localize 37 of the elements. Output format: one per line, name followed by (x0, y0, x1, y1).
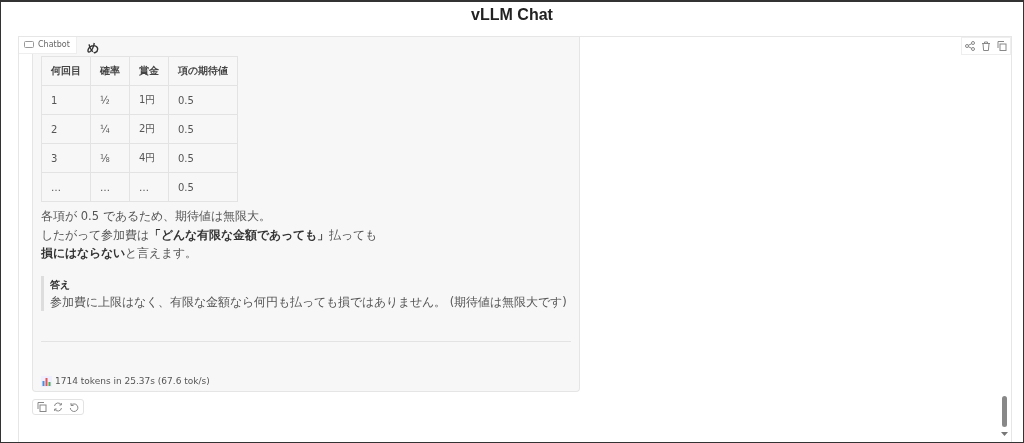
chat-bubble-icon (24, 40, 34, 49)
table-cell: 2 (41, 114, 91, 144)
copy-icon[interactable] (997, 41, 1007, 51)
table-cell: ½ (90, 85, 130, 115)
table-cell: 0.5 (168, 114, 238, 144)
table-cell: 0.5 (168, 85, 238, 115)
table-cell: 1 (41, 85, 91, 115)
table-cell: … (129, 172, 169, 202)
page-title: vLLM Chat (470, 6, 554, 25)
share-icon[interactable] (965, 41, 975, 51)
chatbot-label: Chatbot (19, 37, 77, 54)
undo-icon[interactable] (69, 401, 79, 412)
column-header: 何回目 (41, 56, 91, 86)
token-stats: 1714 tokens in 25.37s (67.6 tok/s) (55, 376, 210, 386)
answer-paragraph: 各項が 0.5 であるため、期待値は無限大。 したがって参加費は「どんな有限な金額であっても」払っても 損にはならないと言えます。 (41, 208, 378, 262)
bar-chart-icon (41, 375, 52, 387)
copy-icon[interactable] (37, 401, 47, 412)
scrollbar-thumb[interactable] (1002, 396, 1007, 427)
trash-icon[interactable] (981, 41, 991, 51)
column-header: 確率 (90, 56, 130, 86)
table-cell: ¼ (90, 114, 130, 144)
column-header: 賞金 (129, 56, 169, 86)
column-header: 項の期待値 (168, 56, 238, 86)
blockquote-text: 参加費に上限はなく、有限な金額なら何円も払っても損ではありません。 (期待値は無限大です) (50, 293, 567, 311)
table-cell: 3 (41, 143, 91, 173)
table-cell: 0.5 (168, 143, 238, 173)
table-cell: 4円 (129, 143, 169, 173)
heading-text: め (87, 41, 99, 55)
table-cell: 2円 (129, 114, 169, 144)
table-cell: 0.5 (168, 172, 238, 202)
table-cell: … (41, 172, 91, 202)
scroll-down-icon[interactable] (1001, 432, 1008, 436)
retry-icon[interactable] (53, 401, 63, 412)
table-cell: ⅛ (90, 143, 130, 173)
table-cell: 1円 (129, 85, 169, 115)
blockquote-title: 答え (50, 277, 71, 292)
table-cell: … (90, 172, 130, 202)
